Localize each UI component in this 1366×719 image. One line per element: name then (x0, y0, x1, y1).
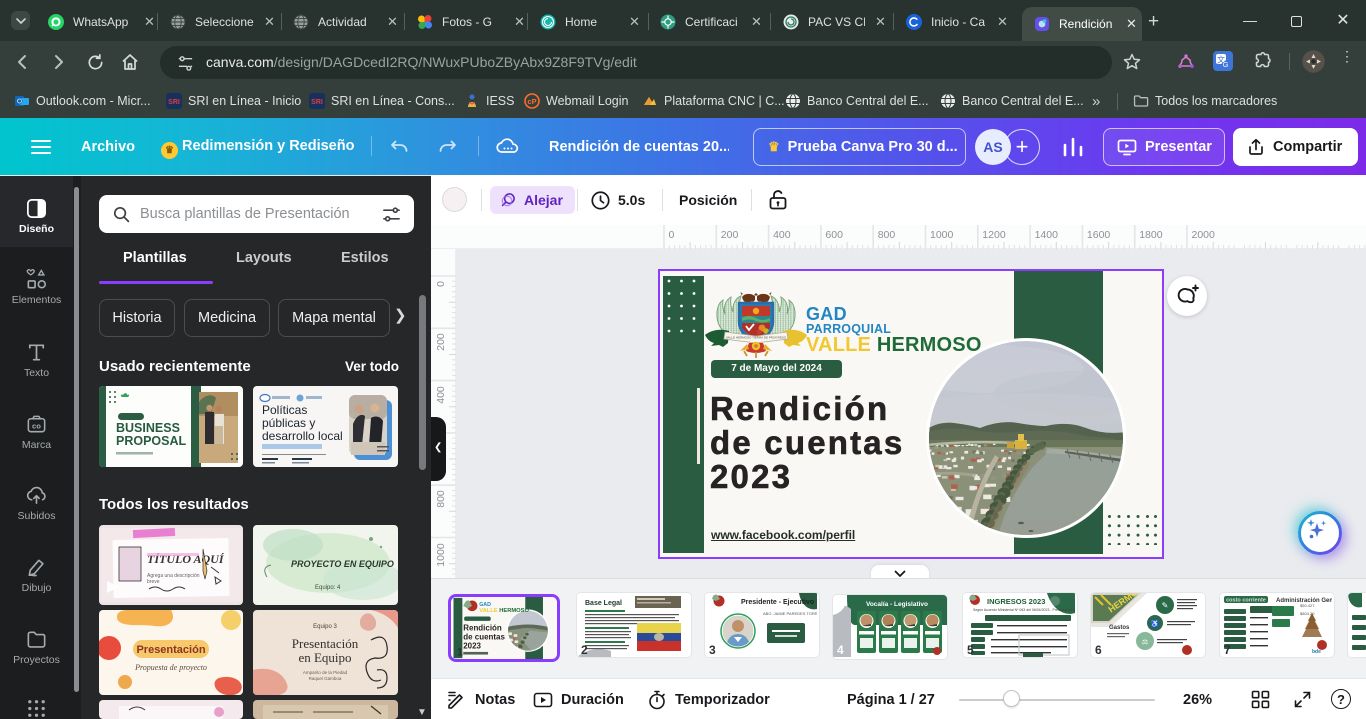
svg-text:SRI: SRI (168, 99, 180, 106)
svg-text:1: 1 (457, 646, 463, 658)
svg-text:2023: 2023 (463, 641, 481, 650)
svg-text:Gastos: Gastos (1109, 625, 1130, 631)
svg-text:Amparito de la Piedad: Amparito de la Piedad (303, 670, 348, 675)
svg-text:PROPOSAL: PROPOSAL (116, 434, 187, 448)
svg-text:Vocalía - Legislativo: Vocalía - Legislativo (866, 601, 928, 608)
svg-text:Presidente - Ejecutivo: Presidente - Ejecutivo (741, 599, 814, 606)
svg-text:costo corriente: costo corriente (1226, 598, 1266, 604)
svg-text:4: 4 (837, 643, 844, 657)
svg-text:bde: bde (1312, 649, 1321, 655)
svg-text:✎: ✎ (1162, 601, 1169, 610)
svg-text:INGRESOS 2023: INGRESOS 2023 (987, 597, 1045, 606)
svg-text:ABG. JAIME PAREDES TORRES: ABG. JAIME PAREDES TORRES (763, 611, 817, 616)
svg-text:cP: cP (527, 97, 536, 106)
svg-text:VALLE HERMOSO TIERRA DE PROGRE: VALLE HERMOSO TIERRA DE PROGRESO (726, 336, 787, 340)
svg-text:$804,20: $804,20 (1300, 611, 1315, 616)
svg-text:Según Acuerdo Ministerial Nº 0: Según Acuerdo Ministerial Nº 063 del 06/… (973, 608, 1075, 612)
svg-text:$50.427: $50.427 (1300, 603, 1315, 608)
svg-text:Rendición: Rendición (463, 624, 502, 633)
svg-text:Equipo 3: Equipo 3 (313, 624, 337, 630)
svg-text:3: 3 (709, 643, 716, 657)
svg-text:6: 6 (1095, 643, 1102, 657)
svg-text:⚖: ⚖ (1142, 638, 1148, 646)
svg-text:co: co (32, 421, 41, 430)
svg-text:2: 2 (581, 643, 588, 657)
svg-text:Equipo: 4: Equipo: 4 (315, 585, 341, 591)
svg-text:♿: ♿ (1151, 619, 1160, 628)
svg-text:Presentación: Presentación (292, 636, 359, 651)
svg-text:5: 5 (967, 643, 974, 657)
svg-text:Base Legal: Base Legal (585, 600, 622, 607)
svg-text:de cuentas: de cuentas (463, 633, 505, 642)
svg-text:Presentación: Presentación (136, 644, 205, 656)
svg-text:BUSINESS: BUSINESS (116, 421, 180, 435)
svg-text:SRI: SRI (311, 99, 323, 106)
svg-text:GAD: GAD (479, 602, 491, 608)
svg-text:en Equipo: en Equipo (298, 650, 351, 665)
svg-text:7: 7 (1224, 643, 1231, 657)
svg-text:públicas y: públicas y (262, 416, 315, 430)
svg-text:desarrollo local: desarrollo local (262, 429, 343, 443)
svg-text:Políticas: Políticas (262, 403, 307, 417)
svg-text:VALLE HERMOSO: VALLE HERMOSO (479, 608, 529, 614)
svg-text:breve: breve (147, 579, 160, 585)
svg-text:G: G (1223, 60, 1229, 69)
svg-text:Raquel Gamboa: Raquel Gamboa (309, 676, 342, 681)
svg-text:PROYECTO EN EQUIPO: PROYECTO EN EQUIPO (291, 559, 394, 569)
svg-text:Propuesta de proyecto: Propuesta de proyecto (134, 663, 207, 672)
